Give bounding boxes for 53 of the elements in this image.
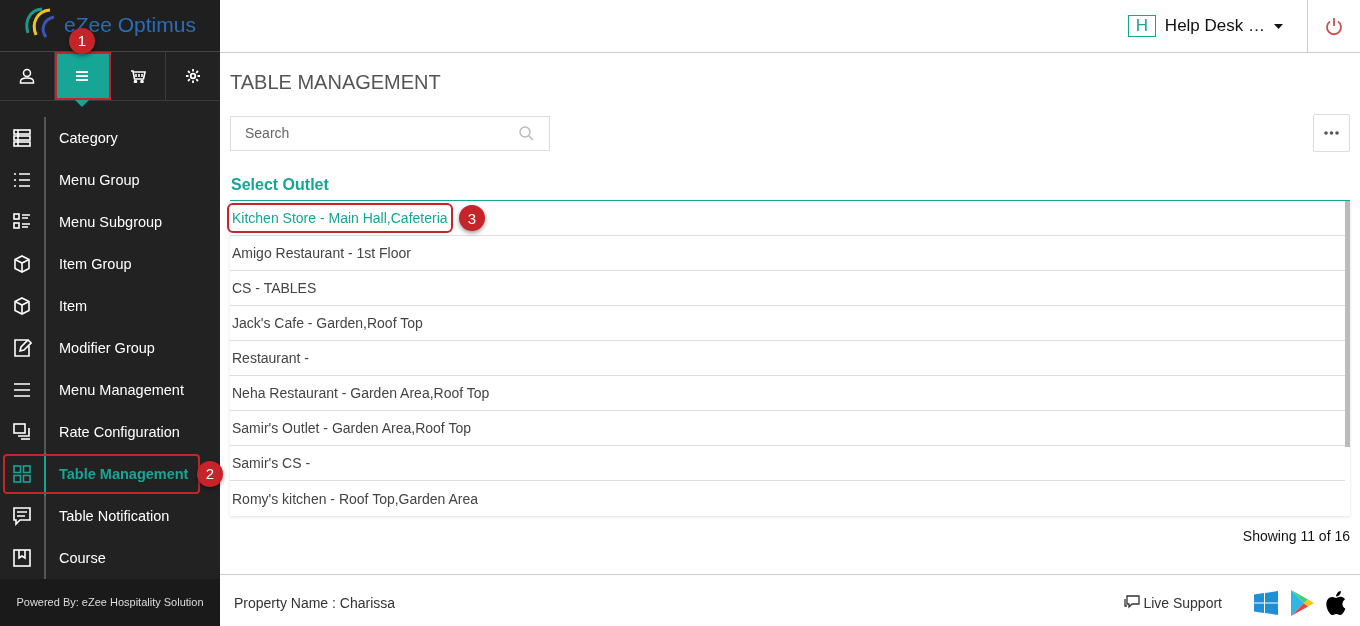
book-icon (12, 547, 32, 568)
sidebar-item[interactable]: Menu Group (46, 171, 140, 188)
power-icon[interactable] (1325, 16, 1343, 36)
menu-icon (75, 69, 90, 82)
list-icon (12, 127, 32, 148)
play-store-icon[interactable] (1290, 589, 1314, 616)
outlet-item[interactable]: Neha Restaurant - Garden Area,Roof Top (232, 385, 490, 401)
step-badge: 3 (459, 205, 485, 231)
cube-icon (12, 253, 32, 274)
sidebar-item[interactable]: Table Notification (46, 507, 170, 524)
sidebar-item[interactable]: Item Group (46, 255, 132, 272)
sidebar-item[interactable]: Course (46, 549, 106, 566)
search-icon (519, 125, 534, 141)
apple-icon[interactable] (1326, 590, 1346, 615)
sidebar-item[interactable]: Modifier Group (46, 339, 155, 356)
windows-icon[interactable] (1254, 590, 1278, 615)
record-count: Showing 11 of 16 (1242, 528, 1350, 544)
sidebar-item[interactable]: Rate Configuration (46, 423, 180, 440)
list-icon (12, 211, 32, 232)
user-initial-badge: H (1127, 15, 1156, 37)
search-field[interactable]: Search (230, 115, 550, 151)
outlet-item[interactable]: Amigo Restaurant - 1st Floor (232, 245, 411, 261)
more-button[interactable] (1313, 114, 1350, 152)
outlet-item[interactable]: Samir's Outlet - Garden Area,Roof Top (232, 420, 471, 436)
step-badge: 2 (197, 460, 223, 487)
scrollbar[interactable] (1345, 201, 1350, 447)
sidebar-item[interactable]: Table Management (46, 465, 189, 482)
outlet-item[interactable]: CS - TABLES (232, 280, 317, 296)
chat-icon (12, 505, 32, 526)
more-icon (1324, 131, 1339, 135)
grid-icon (12, 463, 32, 484)
powered-by-text: Powered By: eZee Hospitality Solution (0, 578, 220, 626)
user-icon (19, 67, 36, 84)
sidebar-item[interactable]: Category (46, 129, 118, 146)
cube-icon (12, 295, 32, 316)
property-name: Property Name : Charissa (234, 594, 397, 611)
outlet-item[interactable]: Romy's kitchen - Roof Top,Garden Area (232, 490, 478, 507)
sidebar-item[interactable]: Menu Subgroup (46, 213, 163, 230)
caret-icon[interactable] (1274, 23, 1283, 29)
copy-icon (12, 421, 32, 442)
section-heading: Select Outlet (230, 176, 330, 195)
outlet-item[interactable]: Samir's CS - (232, 455, 311, 471)
outlet-item[interactable]: Restaurant - (232, 350, 310, 366)
edit-icon (12, 337, 32, 358)
live-support-link[interactable]: Live Support (1143, 594, 1222, 611)
sidebar-item[interactable]: Menu Management (46, 381, 184, 398)
page-title: TABLE MANAGEMENT (230, 71, 442, 95)
settings-icon (184, 67, 201, 84)
user-menu[interactable]: Help Desk … (1164, 16, 1265, 36)
sidebar-item[interactable]: Item (46, 297, 88, 314)
outlet-item[interactable]: Jack's Cafe - Garden,Roof Top (232, 315, 423, 331)
cart-icon (129, 68, 146, 83)
chat-icon (1124, 595, 1141, 610)
